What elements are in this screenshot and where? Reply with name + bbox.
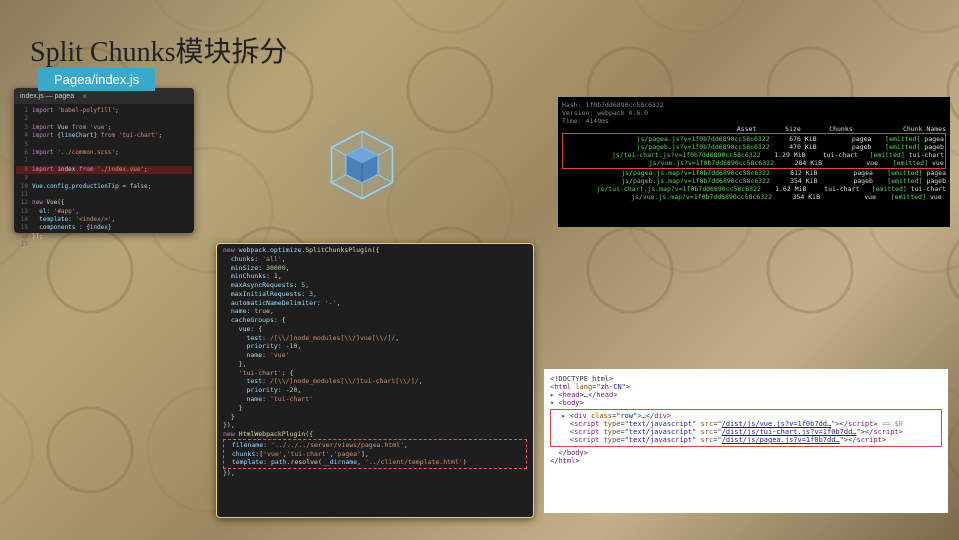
terminal-headers: AssetSizeChunksChunk Names <box>562 125 946 133</box>
file-tab-label: Pagea/index.js <box>38 68 155 91</box>
terminal-hash: Hash: 1f0b7dd6890cc58c6322 <box>562 101 946 109</box>
slide-title: Split Chunks模块拆分 <box>30 30 287 70</box>
editor-panel-indexjs: index.js — pagea × 1import 'babel-polyfi… <box>14 88 194 233</box>
html-source-before: <!DOCTYPE html><html lang="zh-CN">▸ <hea… <box>550 375 942 407</box>
terminal-panel: Hash: 1f0b7dd6890cc58c6322 Version: webp… <box>558 97 950 227</box>
devtools-html-panel: <!DOCTYPE html><html lang="zh-CN">▸ <hea… <box>544 369 948 513</box>
terminal-map-assets: js/pagea.js.map?v=1f0b7dd6890cc58c632261… <box>562 169 946 201</box>
terminal-version: Version: webpack 4.6.0 <box>562 109 946 117</box>
webpack-logo-icon <box>322 125 402 205</box>
close-icon[interactable]: × <box>82 92 87 101</box>
config-code-block: new webpack.optimize.SplitChunksPlugin({… <box>217 244 533 480</box>
html-source-after: </body></html> <box>550 449 942 465</box>
terminal-time: Time: 4149ms <box>562 117 946 125</box>
config-panel: new webpack.optimize.SplitChunksPlugin({… <box>216 243 534 518</box>
editor-tab-title: index.js — pagea <box>20 93 74 100</box>
terminal-emitted-assets-highlight: js/pagea.js?v=1f0b7dd6890cc58c6322676 Ki… <box>562 133 946 169</box>
editor-code-block: 1import 'babel-polyfill';23import Vue fr… <box>14 104 194 253</box>
html-scripts-highlight: ▸ <div class="row">…</div> <script type=… <box>550 409 942 447</box>
